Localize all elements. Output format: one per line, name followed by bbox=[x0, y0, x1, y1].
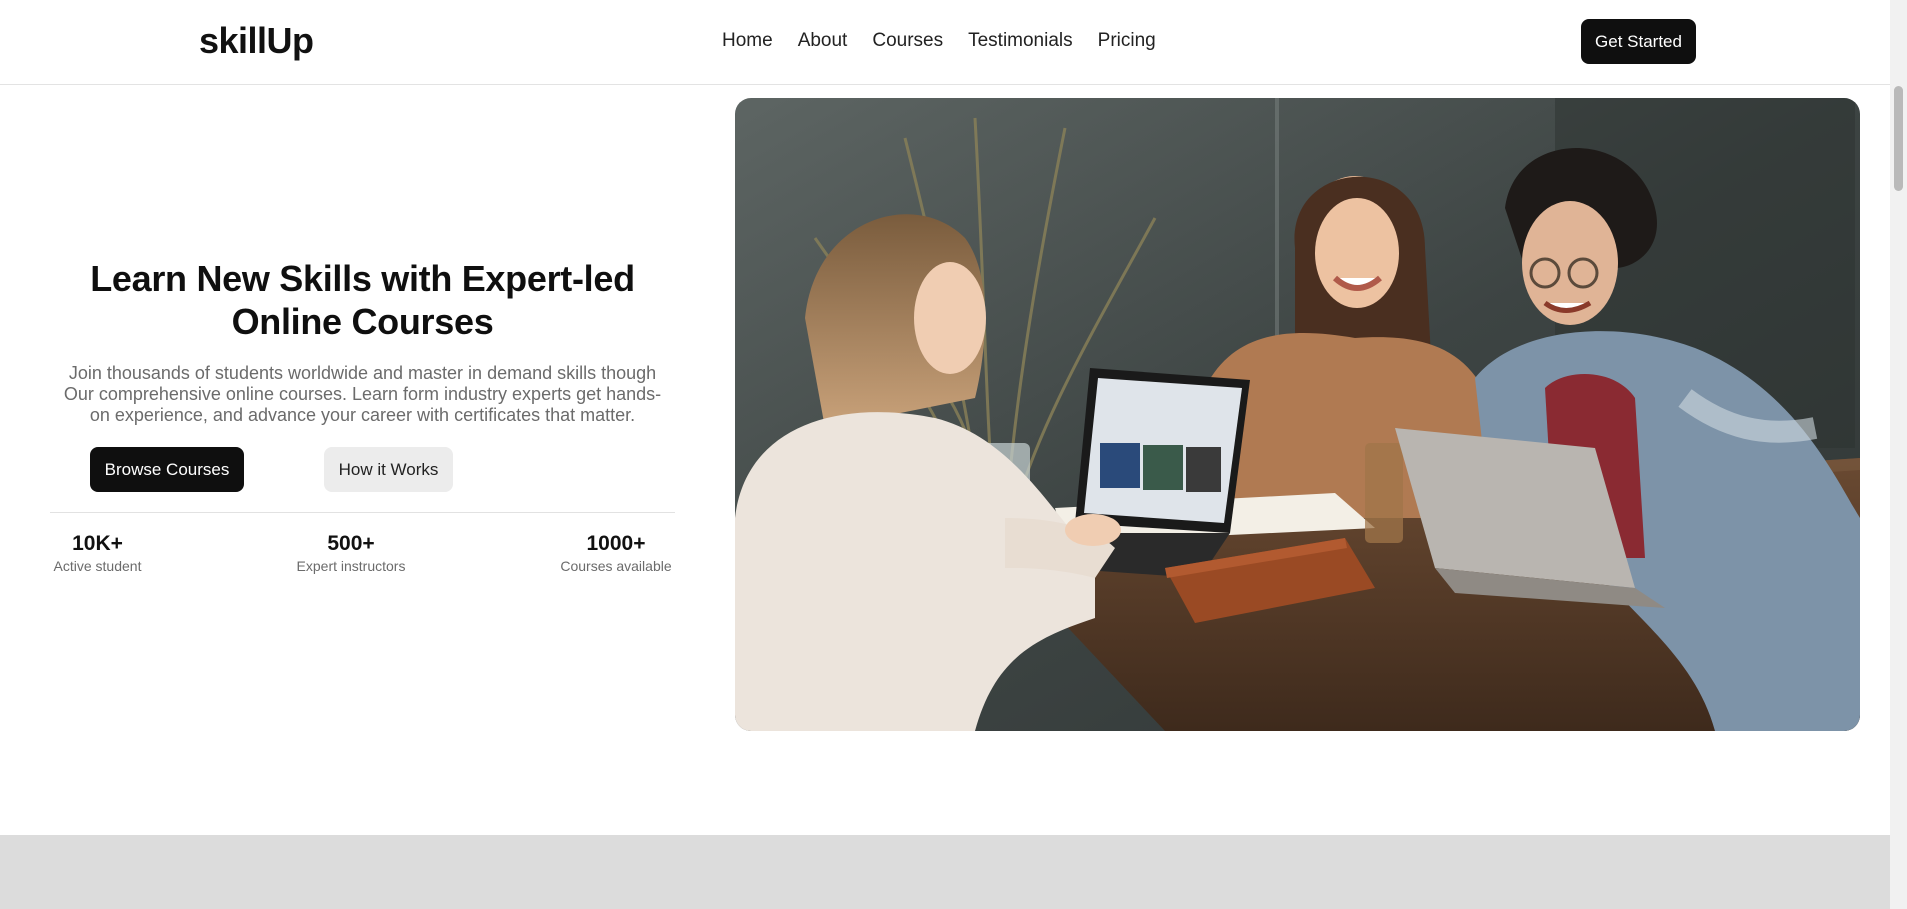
browse-courses-button[interactable]: Browse Courses bbox=[90, 447, 244, 492]
nav-link-pricing[interactable]: Pricing bbox=[1098, 30, 1156, 52]
nav-link-home[interactable]: Home bbox=[722, 30, 773, 52]
stat-courses-available: 1000+ Courses available bbox=[557, 531, 675, 575]
nav-link-about[interactable]: About bbox=[798, 30, 848, 52]
top-navbar: skillUp Home About Courses Testimonials … bbox=[0, 0, 1890, 85]
hero-desc-line1: Join thousands of students worldwide and… bbox=[68, 363, 657, 383]
stats-divider bbox=[50, 512, 675, 513]
stat-label: Active student bbox=[53, 558, 142, 574]
main-nav: Home About Courses Testimonials Pricing bbox=[722, 30, 1181, 52]
stat-value: 1000+ bbox=[586, 532, 646, 555]
brand-logo[interactable]: skillUp bbox=[199, 20, 314, 62]
hero-desc-line3: on experience, and advance your career w… bbox=[89, 405, 636, 425]
hero-image bbox=[735, 98, 1860, 731]
nav-link-testimonials[interactable]: Testimonials bbox=[968, 30, 1073, 52]
stat-active-students: 10K+ Active student bbox=[50, 531, 145, 575]
next-section-band bbox=[0, 835, 1890, 909]
get-started-button[interactable]: Get Started bbox=[1581, 19, 1696, 64]
hero-description: Join thousands of students worldwide and… bbox=[46, 363, 679, 426]
scrollbar-thumb[interactable] bbox=[1894, 86, 1903, 191]
nav-link-courses[interactable]: Courses bbox=[872, 30, 943, 52]
stat-expert-instructors: 500+ Expert instructors bbox=[292, 531, 410, 575]
stat-value: 500+ bbox=[327, 532, 375, 555]
hero-title: Learn New Skills with Expert-led Online … bbox=[50, 257, 675, 343]
hero-title-line1: Learn New Skills with Expert-led bbox=[90, 258, 635, 299]
stat-label: Expert instructors bbox=[296, 558, 406, 574]
how-it-works-button[interactable]: How it Works bbox=[324, 447, 453, 492]
hero-desc-line2: Our comprehensive online courses. Learn … bbox=[63, 384, 662, 404]
stat-value: 10K+ bbox=[72, 532, 123, 555]
hero-title-line2: Online Courses bbox=[231, 301, 494, 342]
stat-label: Courses available bbox=[560, 558, 672, 574]
